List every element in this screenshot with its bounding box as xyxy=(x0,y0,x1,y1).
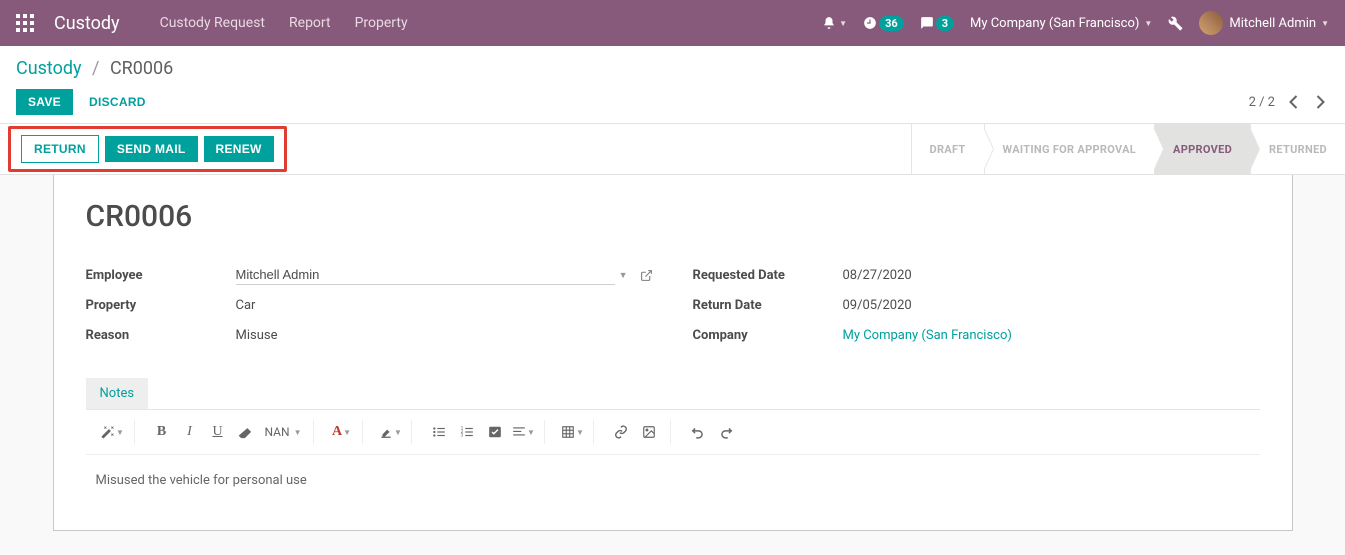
renew-button[interactable]: RENEW xyxy=(204,136,274,162)
company-name: My Company (San Francisco) xyxy=(970,16,1139,31)
notifications-icon[interactable]: ▼ xyxy=(822,16,847,30)
label-return-date: Return Date xyxy=(693,298,843,313)
employee-dropdown-icon[interactable]: ▼ xyxy=(619,270,628,281)
navbar: Custody Custody Request Report Property … xyxy=(0,0,1345,46)
checklist-icon[interactable] xyxy=(482,420,508,444)
company-switcher[interactable]: My Company (San Francisco) ▼ xyxy=(970,16,1152,31)
form-sheet-bg: CR0006 Employee ▼ Property Car xyxy=(0,175,1345,555)
link-icon[interactable] xyxy=(608,420,634,444)
editor-content[interactable]: Misused the vehicle for personal use xyxy=(86,455,1260,506)
font-color-icon[interactable]: A▼ xyxy=(328,420,354,444)
user-menu[interactable]: Mitchell Admin ▼ xyxy=(1199,11,1329,35)
breadcrumb-current: CR0006 xyxy=(110,58,173,79)
form-col-left: Employee ▼ Property Car Reason Misus xyxy=(86,264,653,354)
label-reason: Reason xyxy=(86,328,236,343)
form-sheet: CR0006 Employee ▼ Property Car xyxy=(53,175,1293,531)
apps-icon[interactable] xyxy=(16,14,34,32)
magic-icon[interactable]: ▼ xyxy=(100,420,126,444)
form-col-right: Requested Date 08/27/2020 Return Date 09… xyxy=(693,264,1260,354)
align-icon[interactable]: ▼ xyxy=(510,420,536,444)
label-property: Property xyxy=(86,298,236,313)
italic-icon[interactable]: I xyxy=(177,420,203,444)
systray: ▼ 36 3 My Company (San Francisco) ▼ Mitc… xyxy=(822,11,1329,35)
stage-returned[interactable]: RETURNED xyxy=(1250,124,1345,174)
number-list-icon[interactable]: 123 xyxy=(454,420,480,444)
pager-text: 2 / 2 xyxy=(1249,95,1275,110)
company-value[interactable]: My Company (San Francisco) xyxy=(843,328,1260,343)
statusbar: RETURN SEND MAIL RENEW DRAFT WAITING FOR… xyxy=(0,124,1345,175)
notebook-tabs: Notes xyxy=(86,378,1260,410)
undo-icon[interactable] xyxy=(685,420,711,444)
avatar xyxy=(1199,11,1223,35)
pager-prev-icon[interactable] xyxy=(1285,91,1302,113)
label-company: Company xyxy=(693,328,843,343)
discard-button[interactable]: DISCARD xyxy=(77,89,158,115)
requested-date-value: 08/27/2020 xyxy=(843,268,1260,283)
table-icon[interactable]: ▼ xyxy=(559,420,585,444)
employee-field[interactable] xyxy=(236,265,615,285)
activity-badge: 36 xyxy=(879,16,904,31)
return-date-value: 09/05/2020 xyxy=(843,298,1260,313)
tab-notes[interactable]: Notes xyxy=(86,378,149,409)
user-name: Mitchell Admin xyxy=(1229,16,1316,31)
eraser-icon[interactable] xyxy=(233,420,259,444)
form-group: Employee ▼ Property Car Reason Misus xyxy=(86,264,1260,354)
messages-icon[interactable]: 3 xyxy=(920,16,954,31)
breadcrumb-sep: / xyxy=(92,58,99,79)
send-mail-button[interactable]: SEND MAIL xyxy=(105,136,198,162)
menu-property[interactable]: Property xyxy=(355,15,408,31)
bold-icon[interactable]: B xyxy=(149,420,175,444)
underline-icon[interactable]: U xyxy=(205,420,231,444)
notebook: Notes ▼ B I U NAN▼ xyxy=(86,378,1260,506)
font-size-select[interactable]: NAN▼ xyxy=(261,425,306,439)
svg-text:3: 3 xyxy=(461,433,464,439)
image-icon[interactable] xyxy=(636,420,662,444)
menu-custody-request[interactable]: Custody Request xyxy=(160,15,265,31)
highlight-icon[interactable]: ▼ xyxy=(377,420,403,444)
activities-icon[interactable]: 36 xyxy=(863,16,904,31)
pager-next-icon[interactable] xyxy=(1312,91,1329,113)
menu-report[interactable]: Report xyxy=(289,15,331,31)
status-stages: DRAFT WAITING FOR APPROVAL APPROVED RETU… xyxy=(911,124,1345,174)
stage-approved[interactable]: APPROVED xyxy=(1154,124,1250,174)
return-button[interactable]: RETURN xyxy=(21,135,99,163)
stage-waiting[interactable]: WAITING FOR APPROVAL xyxy=(984,124,1154,174)
control-panel: Custody / CR0006 SAVE DISCARD 2 / 2 xyxy=(0,46,1345,124)
save-button[interactable]: SAVE xyxy=(16,89,73,115)
reason-value: Misuse xyxy=(236,328,653,343)
property-value: Car xyxy=(236,298,653,313)
external-link-icon[interactable] xyxy=(640,269,653,282)
label-requested-date: Requested Date xyxy=(693,268,843,283)
nav-menu: Custody Request Report Property xyxy=(160,15,408,31)
pager: 2 / 2 xyxy=(1249,91,1329,113)
breadcrumb-parent[interactable]: Custody xyxy=(16,58,82,79)
debug-icon[interactable] xyxy=(1168,16,1183,31)
label-employee: Employee xyxy=(86,268,236,283)
breadcrumb: Custody / CR0006 xyxy=(16,58,1329,79)
record-title: CR0006 xyxy=(86,199,1260,234)
stage-draft[interactable]: DRAFT xyxy=(911,124,984,174)
editor-toolbar: ▼ B I U NAN▼ A▼ xyxy=(86,410,1260,455)
statusbar-buttons: RETURN SEND MAIL RENEW xyxy=(8,126,287,172)
bullet-list-icon[interactable] xyxy=(426,420,452,444)
brand[interactable]: Custody xyxy=(54,13,120,34)
messages-badge: 3 xyxy=(936,16,954,31)
redo-icon[interactable] xyxy=(713,420,739,444)
